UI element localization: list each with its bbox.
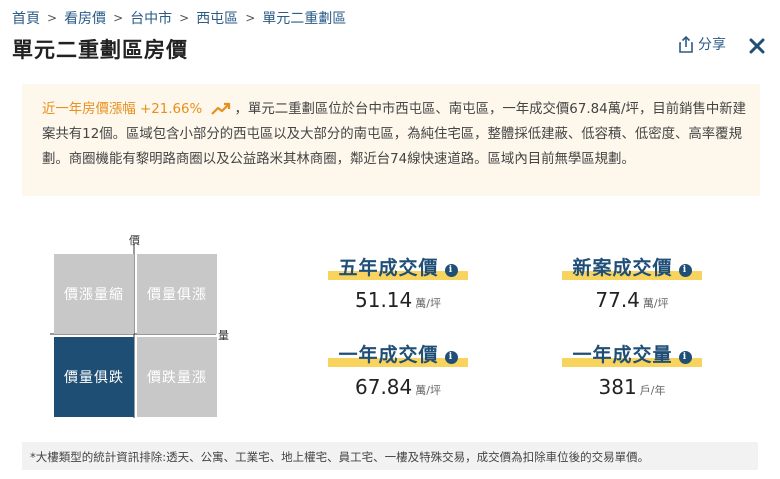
breadcrumb-house-prices[interactable]: 看房價 <box>64 8 106 28</box>
info-icon[interactable]: i <box>444 351 458 364</box>
breadcrumb-separator: > <box>179 11 190 25</box>
info-icon[interactable]: i <box>678 264 692 277</box>
stat-new-case-price: 新案成交價 i 77.4 萬/坪 <box>552 253 712 312</box>
quadrant-top-right: 價量俱漲 <box>137 254 217 334</box>
stat-one-year-volume: 一年成交量 i 381 戶/年 <box>552 340 712 399</box>
breadcrumb-home[interactable]: 首頁 <box>12 8 40 28</box>
stat-value: 381 戶/年 <box>598 375 666 399</box>
footnote: *大樓類型的統計資訊排除:透天、公寓、工業宅、地上權宅、員工宅、一樓及特殊交易，… <box>22 442 758 470</box>
quadrant-bottom-left-active: 價量俱跌 <box>54 337 134 417</box>
stat-one-year-price: 一年成交價 i 67.84 萬/坪 <box>318 340 478 399</box>
stat-title: 一年成交價 i <box>328 340 468 367</box>
stat-value: 77.4 萬/坪 <box>595 288 669 312</box>
stat-value: 51.14 萬/坪 <box>355 288 441 312</box>
stat-five-year-price: 五年成交價 i 51.14 萬/坪 <box>318 253 478 312</box>
stat-title: 新案成交價 i <box>562 253 702 280</box>
trend-label: 近一年房價漲幅 <box>42 102 136 117</box>
quadrant-top-left: 價漲量縮 <box>54 254 134 334</box>
stat-title: 五年成交價 i <box>328 253 468 280</box>
breadcrumb-separator: > <box>47 11 58 25</box>
x-axis-label: 量 <box>218 329 229 342</box>
quadrant-bottom-right: 價跌量漲 <box>137 337 217 417</box>
info-icon[interactable]: i <box>444 264 458 277</box>
stat-value: 67.84 萬/坪 <box>355 375 441 399</box>
share-icon <box>679 35 693 53</box>
y-axis-label: 價 <box>129 234 140 247</box>
summary-box: 近一年房價漲幅 +21.66% ，單元二重劃區位於台中市西屯區、南屯區，一年成交… <box>22 84 760 196</box>
breadcrumb-separator: > <box>245 11 256 25</box>
stat-title: 一年成交量 i <box>562 340 702 367</box>
breadcrumb-city[interactable]: 台中市 <box>130 8 172 28</box>
share-label: 分享 <box>698 37 726 53</box>
close-icon[interactable] <box>746 35 768 57</box>
trend-value: +21.66% <box>140 102 203 117</box>
breadcrumb-zone[interactable]: 單元二重劃區 <box>262 8 346 28</box>
share-button[interactable]: 分享 <box>678 34 726 54</box>
breadcrumb: 首頁 > 看房價 > 台中市 > 西屯區 > 單元二重劃區 <box>12 8 346 28</box>
breadcrumb-separator: > <box>113 11 124 25</box>
page-title: 單元二重劃區房價 <box>12 38 188 62</box>
trending-up-icon <box>210 102 230 115</box>
price-volume-quadrant: 價 量 價漲量縮 價量俱漲 價量俱跌 價跌量漲 <box>50 232 240 422</box>
info-icon[interactable]: i <box>678 351 692 364</box>
breadcrumb-district[interactable]: 西屯區 <box>196 8 238 28</box>
